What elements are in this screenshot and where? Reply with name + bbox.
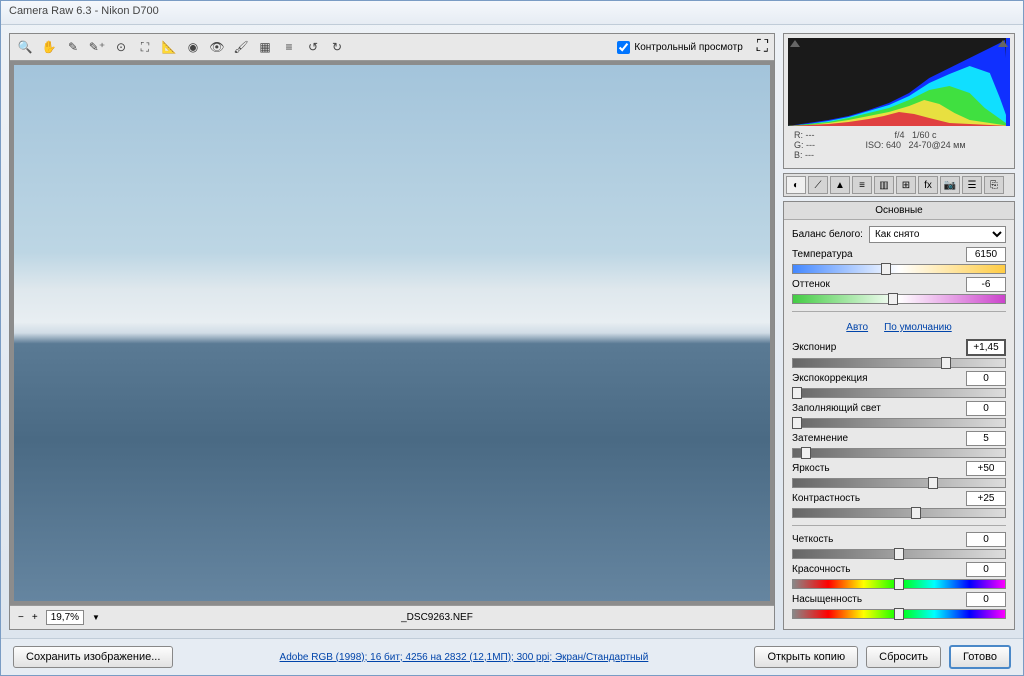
clarity-slider[interactable]	[792, 549, 1006, 559]
tint-value[interactable]	[966, 277, 1006, 292]
main-toolbar: 🔍 ✋ ✎ ✎⁺ ⊙ ⛶ 📐 ◉ 👁 🖌 ▦ ≡ ↺ ↻	[10, 34, 774, 61]
histogram[interactable]	[788, 38, 1010, 126]
fill-light-value[interactable]	[966, 401, 1006, 416]
preview-checkbox-label: Контрольный просмотр	[634, 42, 742, 53]
blacks-slider[interactable]	[792, 448, 1006, 458]
image-preview-area[interactable]	[10, 61, 774, 605]
saturation-value[interactable]	[966, 592, 1006, 607]
zoom-in-icon[interactable]: +	[32, 612, 38, 623]
tab-presets-icon[interactable]: ☰	[962, 176, 982, 194]
exposure-value[interactable]	[966, 339, 1006, 356]
open-copy-button[interactable]: Открыть копию	[754, 646, 858, 668]
exif-iso: ISO: 640	[865, 140, 901, 150]
adjustment-brush-icon[interactable]: 🖌	[232, 38, 250, 56]
exposure-label: Экспонир	[792, 342, 836, 353]
vibrance-label: Красочность	[792, 564, 851, 575]
rotate-ccw-icon[interactable]: ↺	[304, 38, 322, 56]
temperature-slider[interactable]	[792, 264, 1006, 274]
blacks-label: Затемнение	[792, 433, 848, 444]
saturation-label: Насыщенность	[792, 594, 862, 605]
filename-label: _DSC9263.NEF	[401, 612, 473, 623]
redeye-tool-icon[interactable]: 👁	[208, 38, 226, 56]
tab-effects-icon[interactable]: fx	[918, 176, 938, 194]
targeted-adjust-icon[interactable]: ⊙	[112, 38, 130, 56]
wb-label: Баланс белого:	[792, 229, 863, 240]
exif-aperture: f/4	[894, 130, 904, 140]
exif-shutter: 1/60 с	[912, 130, 937, 140]
wb-dropdown[interactable]: Как снято	[869, 226, 1006, 243]
highlight-clip-warning-icon[interactable]	[998, 40, 1008, 47]
tab-snapshots-icon[interactable]: ⎘	[984, 176, 1004, 194]
spot-removal-icon[interactable]: ◉	[184, 38, 202, 56]
zoom-tool-icon[interactable]: 🔍	[16, 38, 34, 56]
auto-link[interactable]: Авто	[846, 322, 868, 333]
tab-lenscorr-icon[interactable]: ⊞	[896, 176, 916, 194]
exposure-slider[interactable]	[792, 358, 1006, 368]
contrast-label: Контрастность	[792, 493, 860, 504]
fill-light-label: Заполняющий свет	[792, 403, 881, 414]
tab-detail-icon[interactable]: ▲	[830, 176, 850, 194]
clarity-value[interactable]	[966, 532, 1006, 547]
adjustment-tabs: ◐ ⟋ ▲ ≡ ▥ ⊞ fx 📷 ☰ ⎘	[783, 173, 1015, 197]
exif-lens: 24-70@24 мм	[909, 140, 966, 150]
exif-g: G: ---	[794, 140, 815, 150]
tab-hsl-icon[interactable]: ≡	[852, 176, 872, 194]
vibrance-slider[interactable]	[792, 579, 1006, 589]
recovery-slider[interactable]	[792, 388, 1006, 398]
straighten-tool-icon[interactable]: 📐	[160, 38, 178, 56]
contrast-slider[interactable]	[792, 508, 1006, 518]
hand-tool-icon[interactable]: ✋	[40, 38, 58, 56]
image-canvas[interactable]	[14, 65, 770, 601]
brightness-value[interactable]	[966, 461, 1006, 476]
preview-checkbox[interactable]: Контрольный просмотр	[617, 41, 742, 54]
default-link[interactable]: По умолчанию	[884, 322, 952, 333]
tint-slider[interactable]	[792, 294, 1006, 304]
exif-r: R: ---	[794, 130, 815, 140]
workflow-options-link[interactable]: Adobe RGB (1998); 16 бит; 4256 на 2832 (…	[181, 652, 746, 663]
fill-light-slider[interactable]	[792, 418, 1006, 428]
color-sampler-icon[interactable]: ✎⁺	[88, 38, 106, 56]
blacks-value[interactable]	[966, 431, 1006, 446]
tab-tonecurve-icon[interactable]: ⟋	[808, 176, 828, 194]
vibrance-value[interactable]	[966, 562, 1006, 577]
exif-b: B: ---	[794, 150, 815, 160]
done-button[interactable]: Готово	[949, 645, 1011, 669]
shadow-clip-warning-icon[interactable]	[790, 40, 800, 47]
brightness-slider[interactable]	[792, 478, 1006, 488]
clarity-label: Четкость	[792, 534, 833, 545]
temperature-label: Температура	[792, 249, 853, 260]
tab-camera-cal-icon[interactable]: 📷	[940, 176, 960, 194]
brightness-label: Яркость	[792, 463, 830, 474]
reset-button[interactable]: Сбросить	[866, 646, 941, 668]
temperature-value[interactable]	[966, 247, 1006, 262]
histogram-panel: R: --- G: --- B: --- f/4 1/60 с ISO: 640…	[783, 33, 1015, 169]
tint-label: Оттенок	[792, 279, 830, 290]
saturation-slider[interactable]	[792, 609, 1006, 619]
tab-splittone-icon[interactable]: ▥	[874, 176, 894, 194]
fullscreen-toggle-icon[interactable]: ⛶	[757, 38, 768, 56]
panel-title: Основные	[784, 202, 1014, 220]
zoom-level[interactable]: 19,7%	[46, 610, 84, 625]
graduated-filter-icon[interactable]: ▦	[256, 38, 274, 56]
save-image-button[interactable]: Сохранить изображение...	[13, 646, 173, 668]
recovery-value[interactable]	[966, 371, 1006, 386]
tab-basic-icon[interactable]: ◐	[786, 176, 806, 194]
contrast-value[interactable]	[966, 491, 1006, 506]
preferences-icon[interactable]: ≡	[280, 38, 298, 56]
wb-eyedropper-icon[interactable]: ✎	[64, 38, 82, 56]
recovery-label: Экспокоррекция	[792, 373, 868, 384]
window-titlebar: Camera Raw 6.3 - Nikon D700	[1, 1, 1023, 25]
crop-tool-icon[interactable]: ⛶	[136, 38, 154, 56]
preview-checkbox-input[interactable]	[617, 41, 630, 54]
bottom-info-bar: − + 19,7% ▼ _DSC9263.NEF	[10, 605, 774, 629]
rotate-cw-icon[interactable]: ↻	[328, 38, 346, 56]
zoom-out-icon[interactable]: −	[18, 612, 24, 623]
